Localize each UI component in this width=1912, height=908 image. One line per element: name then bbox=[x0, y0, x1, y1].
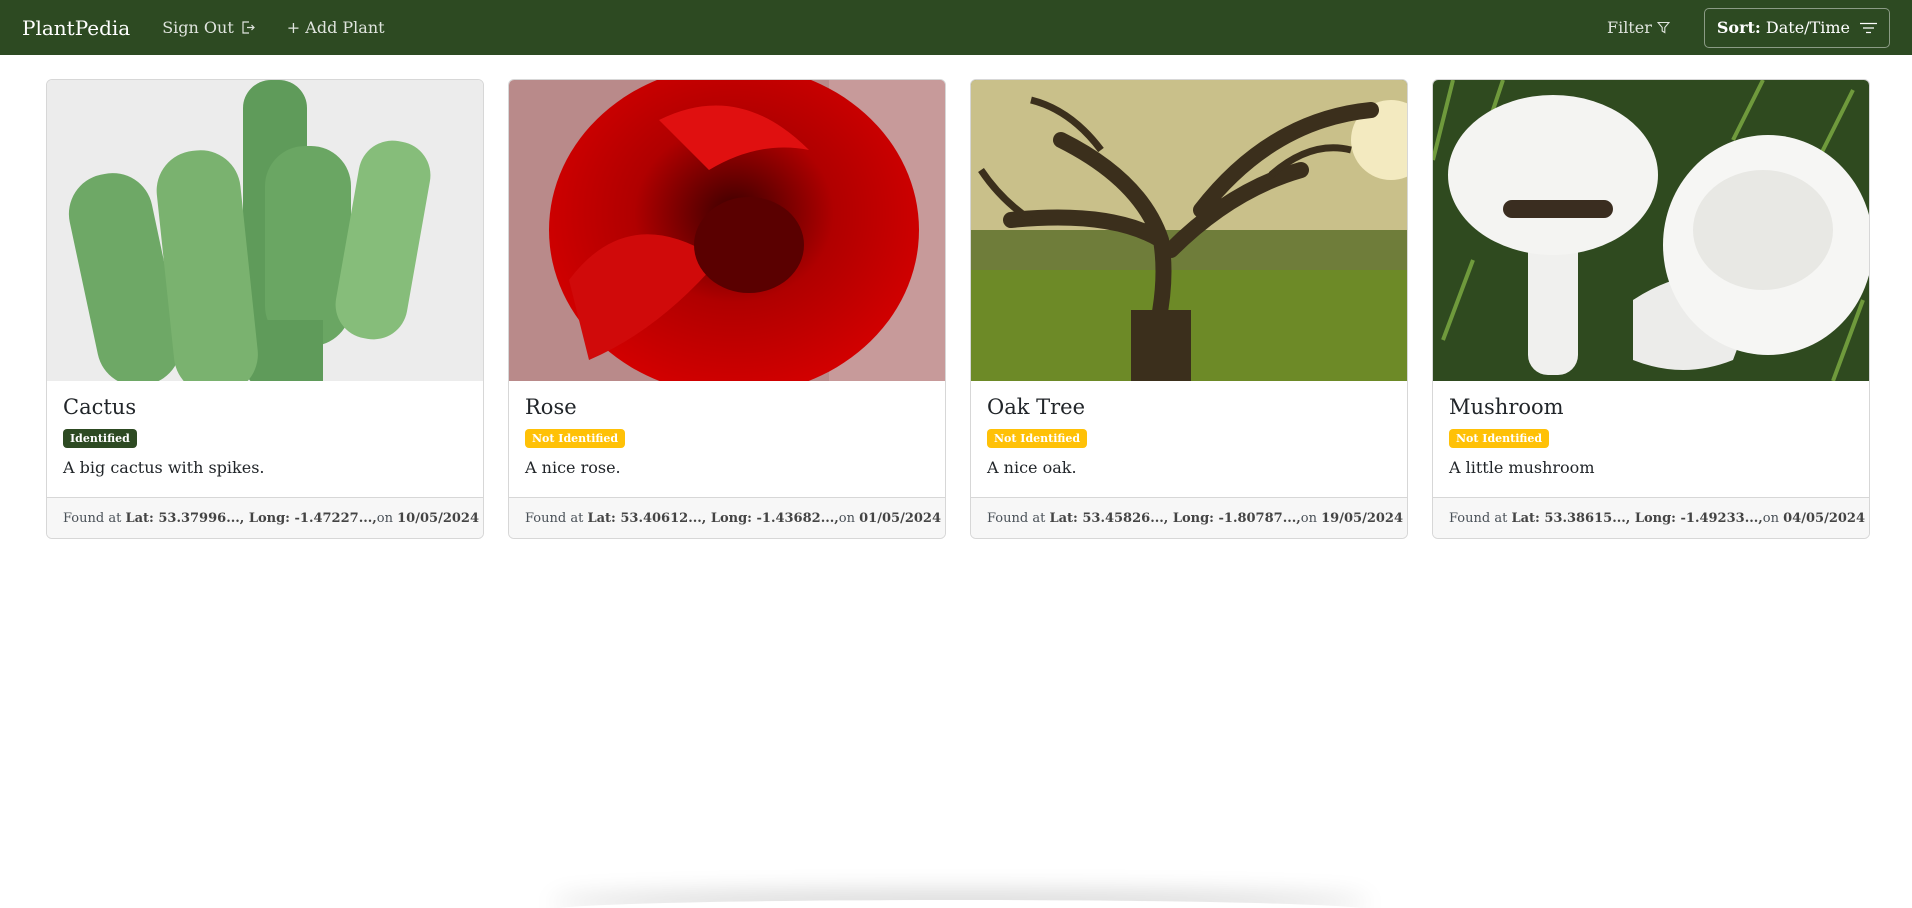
card-footer: Found at Lat: 53.37996..., Long: -1.4722… bbox=[47, 497, 483, 538]
card-body: Mushroom Not Identified A little mushroo… bbox=[1433, 381, 1869, 497]
plant-card[interactable]: Cactus Identified A big cactus with spik… bbox=[46, 79, 484, 539]
card-description: A nice oak. bbox=[987, 458, 1077, 477]
card-footer: Found at Lat: 53.45826..., Long: -1.8078… bbox=[971, 497, 1407, 538]
card-footer: Found at Lat: 53.40612..., Long: -1.4368… bbox=[509, 497, 945, 538]
status-badge: Not Identified bbox=[1449, 429, 1550, 448]
oak-tree-photo bbox=[971, 80, 1407, 381]
card-description: A little mushroom bbox=[1449, 458, 1595, 477]
bottom-panel-shadow bbox=[550, 900, 1370, 908]
found-on-word: on bbox=[838, 510, 855, 526]
found-date: 19/05/2024 bbox=[1321, 510, 1403, 526]
sort-dropdown[interactable]: Sort: Date/Time bbox=[1703, 7, 1890, 48]
found-prefix: Found at bbox=[63, 510, 122, 526]
found-prefix: Found at bbox=[987, 510, 1046, 526]
card-title: Cactus bbox=[63, 395, 137, 419]
cactus-photo bbox=[47, 80, 483, 381]
status-badge: Not Identified bbox=[525, 429, 626, 448]
status-badge: Not Identified bbox=[987, 429, 1088, 448]
add-plant-label: + Add Plant bbox=[286, 18, 385, 37]
found-prefix: Found at bbox=[525, 510, 584, 526]
found-coords: Lat: 53.38615..., Long: -1.49233..., bbox=[1511, 510, 1763, 526]
card-body: Oak Tree Not Identified A nice oak. bbox=[971, 381, 1407, 497]
card-body: Rose Not Identified A nice rose. bbox=[509, 381, 945, 497]
filter-button[interactable]: Filter bbox=[1607, 18, 1670, 37]
found-coords: Lat: 53.40612..., Long: -1.43682..., bbox=[587, 510, 839, 526]
card-footer: Found at Lat: 53.38615..., Long: -1.4923… bbox=[1433, 497, 1869, 538]
plant-card-grid: Cactus Identified A big cactus with spik… bbox=[46, 79, 1870, 539]
card-description: A big cactus with spikes. bbox=[63, 458, 265, 477]
card-title: Rose bbox=[525, 395, 577, 419]
card-description: A nice rose. bbox=[525, 458, 621, 477]
sign-out-label: Sign Out bbox=[162, 18, 234, 37]
sort-lines-icon bbox=[1860, 22, 1877, 33]
plant-card[interactable]: Oak Tree Not Identified A nice oak. Foun… bbox=[970, 79, 1408, 539]
brand-logo[interactable]: PlantPedia bbox=[22, 16, 130, 40]
sort-prefix: Sort: bbox=[1716, 18, 1761, 37]
add-plant-link[interactable]: + Add Plant bbox=[287, 18, 385, 37]
mushroom-photo bbox=[1433, 80, 1869, 381]
sort-text: Sort: Date/Time bbox=[1717, 18, 1850, 37]
card-title: Mushroom bbox=[1449, 395, 1564, 419]
found-on-word: on bbox=[1300, 510, 1317, 526]
found-prefix: Found at bbox=[1449, 510, 1508, 526]
sign-out-icon bbox=[242, 21, 255, 34]
rose-photo bbox=[509, 80, 945, 381]
found-date: 04/05/2024 bbox=[1783, 510, 1865, 526]
found-date: 01/05/2024 bbox=[859, 510, 941, 526]
found-date: 10/05/2024 bbox=[397, 510, 479, 526]
found-coords: Lat: 53.45826..., Long: -1.80787..., bbox=[1049, 510, 1301, 526]
filter-label: Filter bbox=[1606, 18, 1652, 37]
sort-value: Date/Time bbox=[1765, 18, 1850, 37]
filter-funnel-icon bbox=[1656, 21, 1670, 34]
status-badge: Identified bbox=[63, 429, 137, 448]
found-on-word: on bbox=[1762, 510, 1779, 526]
card-title: Oak Tree bbox=[987, 395, 1086, 419]
found-on-word: on bbox=[376, 510, 393, 526]
found-coords: Lat: 53.37996..., Long: -1.47227..., bbox=[125, 510, 377, 526]
plant-card[interactable]: Rose Not Identified A nice rose. Found a… bbox=[508, 79, 946, 539]
card-body: Cactus Identified A big cactus with spik… bbox=[47, 381, 483, 497]
top-navbar: PlantPedia Sign Out + Add Plant Filter S… bbox=[0, 0, 1912, 55]
plant-card[interactable]: Mushroom Not Identified A little mushroo… bbox=[1432, 79, 1870, 539]
sign-out-link[interactable]: Sign Out bbox=[162, 18, 255, 37]
